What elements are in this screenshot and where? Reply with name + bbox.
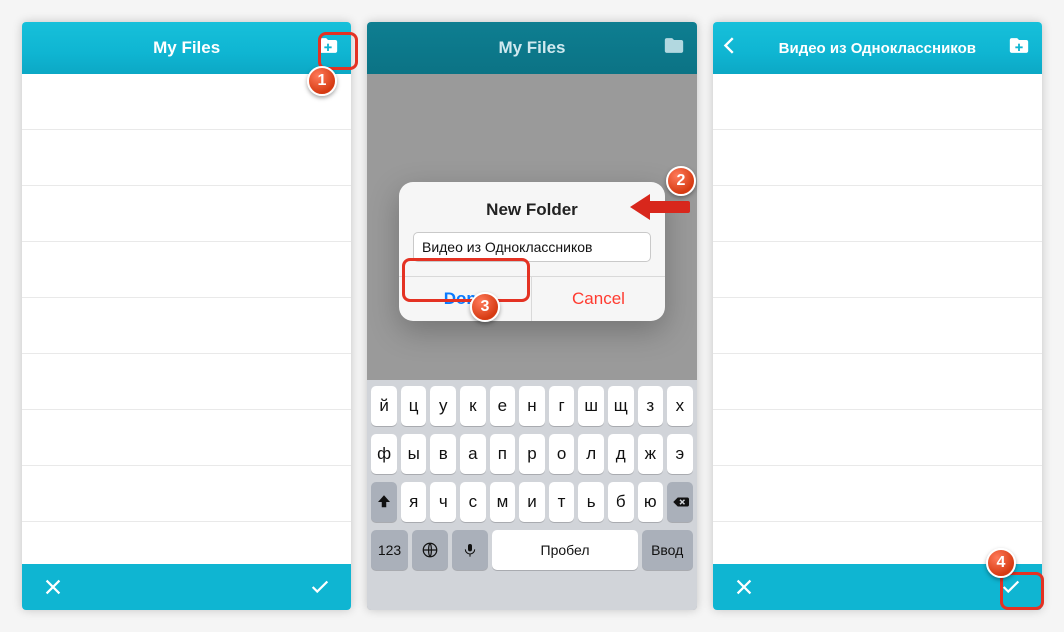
header-bar: Видео из Одноклассников [713, 22, 1042, 74]
list-item[interactable] [22, 130, 351, 186]
screen-left: My Files [22, 22, 351, 610]
key-shift[interactable] [371, 482, 397, 522]
key-letter[interactable]: э [667, 434, 693, 474]
key-letter[interactable]: д [608, 434, 634, 474]
key-letter[interactable]: т [549, 482, 575, 522]
callout-arrow-2 [630, 194, 690, 220]
header-bar: My Files [22, 22, 351, 74]
key-letter[interactable]: ц [401, 386, 427, 426]
screen-right: Видео из Одноклассников [713, 22, 1042, 610]
new-folder-button[interactable] [1006, 35, 1032, 62]
page-title: Видео из Одноклассников [779, 40, 976, 57]
key-globe[interactable] [412, 530, 448, 570]
key-letter[interactable]: о [549, 434, 575, 474]
page-title: My Files [498, 38, 565, 58]
key-letter[interactable]: р [519, 434, 545, 474]
back-button[interactable] [719, 35, 741, 62]
key-letter[interactable]: л [578, 434, 604, 474]
folder-plus-icon [661, 35, 687, 57]
key-letter[interactable]: ч [430, 482, 456, 522]
list-item[interactable] [713, 298, 1042, 354]
key-letter[interactable]: ж [638, 434, 664, 474]
key-mode[interactable]: 123 [371, 530, 407, 570]
file-list [22, 74, 351, 564]
folder-plus-icon [315, 35, 341, 57]
list-item[interactable] [713, 410, 1042, 466]
list-item[interactable] [22, 354, 351, 410]
confirm-button[interactable] [309, 576, 331, 598]
list-item[interactable] [713, 242, 1042, 298]
done-button[interactable]: Done [399, 277, 532, 321]
key-letter[interactable]: щ [608, 386, 634, 426]
close-button[interactable] [733, 576, 755, 598]
cancel-button[interactable]: Cancel [532, 277, 665, 321]
list-item[interactable] [713, 74, 1042, 130]
list-item[interactable] [22, 466, 351, 522]
list-item[interactable] [22, 298, 351, 354]
list-item[interactable] [713, 186, 1042, 242]
key-letter[interactable]: и [519, 482, 545, 522]
key-letter[interactable]: ф [371, 434, 397, 474]
key-letter[interactable]: ь [578, 482, 604, 522]
close-button[interactable] [42, 576, 64, 598]
key-enter[interactable]: Ввод [642, 530, 693, 570]
key-letter[interactable]: е [490, 386, 516, 426]
bottom-bar [22, 564, 351, 610]
confirm-button[interactable] [1000, 576, 1022, 598]
key-letter[interactable]: ю [638, 482, 664, 522]
modal-title: New Folder [399, 182, 665, 232]
list-item[interactable] [713, 466, 1042, 522]
key-letter[interactable]: н [519, 386, 545, 426]
key-mic[interactable] [452, 530, 488, 570]
key-letter[interactable]: к [460, 386, 486, 426]
key-letter[interactable]: м [490, 482, 516, 522]
key-letter[interactable]: у [430, 386, 456, 426]
key-letter[interactable]: з [638, 386, 664, 426]
list-item[interactable] [22, 74, 351, 130]
ios-keyboard[interactable]: йцукенгшщзх фывапролджэ ячсмитьбю 123 Пр… [367, 380, 696, 610]
list-item[interactable] [22, 410, 351, 466]
list-item[interactable] [713, 130, 1042, 186]
callout-badge-1: 1 [307, 66, 337, 96]
key-letter[interactable]: х [667, 386, 693, 426]
new-folder-modal: New Folder Done Cancel [399, 182, 665, 321]
key-letter[interactable]: г [549, 386, 575, 426]
list-item[interactable] [713, 354, 1042, 410]
key-letter[interactable]: в [430, 434, 456, 474]
folder-name-input[interactable] [413, 232, 651, 262]
header-bar: My Files [367, 22, 696, 74]
list-item[interactable] [22, 242, 351, 298]
dimmed-background: New Folder Done Cancel йцукенгшщзх фывап… [367, 74, 696, 610]
key-letter[interactable]: ы [401, 434, 427, 474]
screen-middle: My Files New Folder Done Cancel йцу [367, 22, 696, 610]
key-letter[interactable]: с [460, 482, 486, 522]
key-letter[interactable]: ш [578, 386, 604, 426]
list-item[interactable] [22, 186, 351, 242]
key-letter[interactable]: п [490, 434, 516, 474]
new-folder-button[interactable] [661, 35, 687, 62]
callout-badge-3: 3 [470, 292, 500, 322]
key-letter[interactable]: я [401, 482, 427, 522]
folder-plus-icon [1006, 35, 1032, 57]
key-letter[interactable]: а [460, 434, 486, 474]
key-letter[interactable]: й [371, 386, 397, 426]
file-list [713, 74, 1042, 564]
key-backspace[interactable] [667, 482, 693, 522]
key-space[interactable]: Пробел [492, 530, 637, 570]
callout-badge-2: 2 [666, 166, 696, 196]
callout-badge-4: 4 [986, 548, 1016, 578]
key-letter[interactable]: б [608, 482, 634, 522]
page-title: My Files [153, 38, 220, 58]
new-folder-button[interactable] [315, 35, 341, 62]
